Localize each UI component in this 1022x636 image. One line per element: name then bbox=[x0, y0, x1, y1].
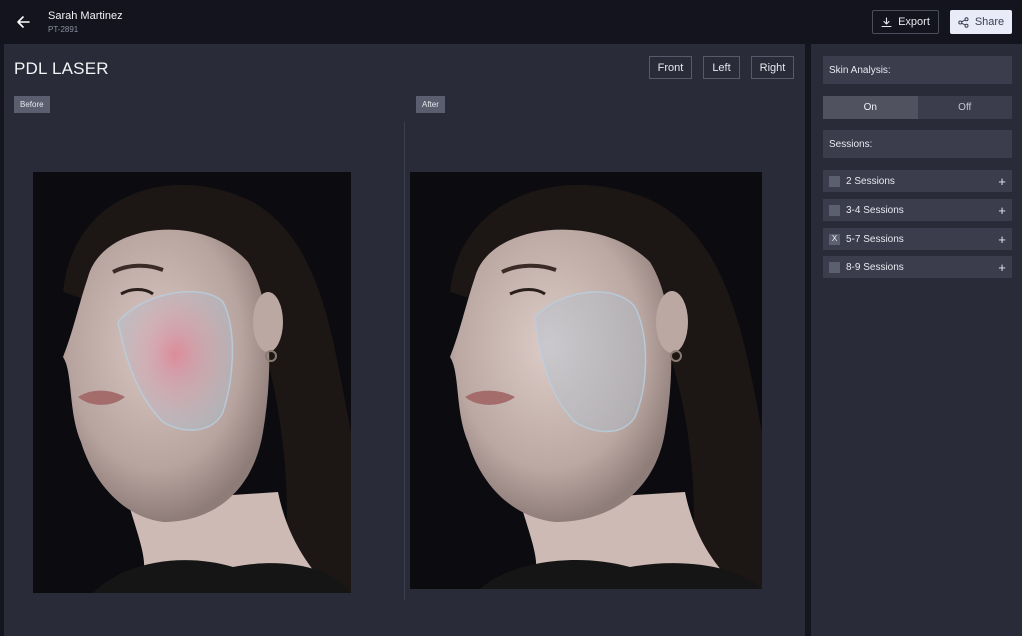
patient-name: Sarah Martinez bbox=[48, 10, 123, 22]
comparison-panel: PDL LASER Front Left Right Before After bbox=[4, 44, 805, 636]
share-label: Share bbox=[974, 16, 1005, 28]
session-row-5-7[interactable]: X 5-7 Sessions + bbox=[823, 228, 1012, 250]
back-button[interactable] bbox=[13, 12, 33, 32]
session-row-2[interactable]: 2 Sessions + bbox=[823, 170, 1012, 192]
share-icon bbox=[958, 16, 969, 28]
plus-icon[interactable]: + bbox=[992, 174, 1012, 189]
session-label: 3-4 Sessions bbox=[846, 204, 904, 216]
session-checkbox[interactable]: X bbox=[829, 233, 840, 245]
app-header: Sarah Martinez PT-2891 Export Share bbox=[0, 0, 1022, 44]
export-label: Export bbox=[898, 16, 930, 28]
page-title: PDL LASER bbox=[14, 59, 109, 78]
toggle-on-option[interactable]: On bbox=[823, 96, 918, 119]
view-left-button[interactable]: Left bbox=[703, 56, 740, 79]
after-photo bbox=[410, 172, 762, 589]
share-button[interactable]: Share bbox=[950, 10, 1012, 34]
skin-analysis-toggle: On Off bbox=[823, 96, 1012, 119]
toggle-off-option[interactable]: Off bbox=[918, 96, 1013, 119]
session-checkbox[interactable] bbox=[829, 261, 840, 273]
view-right-button[interactable]: Right bbox=[751, 56, 794, 79]
skin-analysis-header: Skin Analysis: bbox=[823, 56, 1012, 84]
arrow-left-icon bbox=[17, 16, 30, 28]
after-tag: After bbox=[416, 96, 445, 113]
export-button[interactable]: Export bbox=[872, 10, 939, 34]
session-label: 2 Sessions bbox=[846, 175, 895, 187]
patient-id: PT-2891 bbox=[48, 25, 79, 34]
before-tag: Before bbox=[14, 96, 50, 113]
sessions-header: Sessions: bbox=[823, 130, 1012, 158]
session-row-8-9[interactable]: 8-9 Sessions + bbox=[823, 256, 1012, 278]
settings-sidebar: Skin Analysis: On Off Sessions: 2 Sessio… bbox=[811, 44, 1022, 636]
plus-icon[interactable]: + bbox=[992, 260, 1012, 275]
view-front-button[interactable]: Front bbox=[649, 56, 692, 79]
comparison-divider bbox=[404, 122, 405, 600]
session-label: 5-7 Sessions bbox=[846, 233, 904, 245]
download-icon bbox=[881, 16, 892, 27]
session-row-3-4[interactable]: 3-4 Sessions + bbox=[823, 199, 1012, 221]
plus-icon[interactable]: + bbox=[992, 232, 1012, 247]
plus-icon[interactable]: + bbox=[992, 203, 1012, 218]
session-label: 8-9 Sessions bbox=[846, 261, 904, 273]
session-checkbox[interactable] bbox=[829, 204, 840, 216]
before-photo bbox=[33, 172, 351, 593]
session-checkbox[interactable] bbox=[829, 175, 840, 187]
